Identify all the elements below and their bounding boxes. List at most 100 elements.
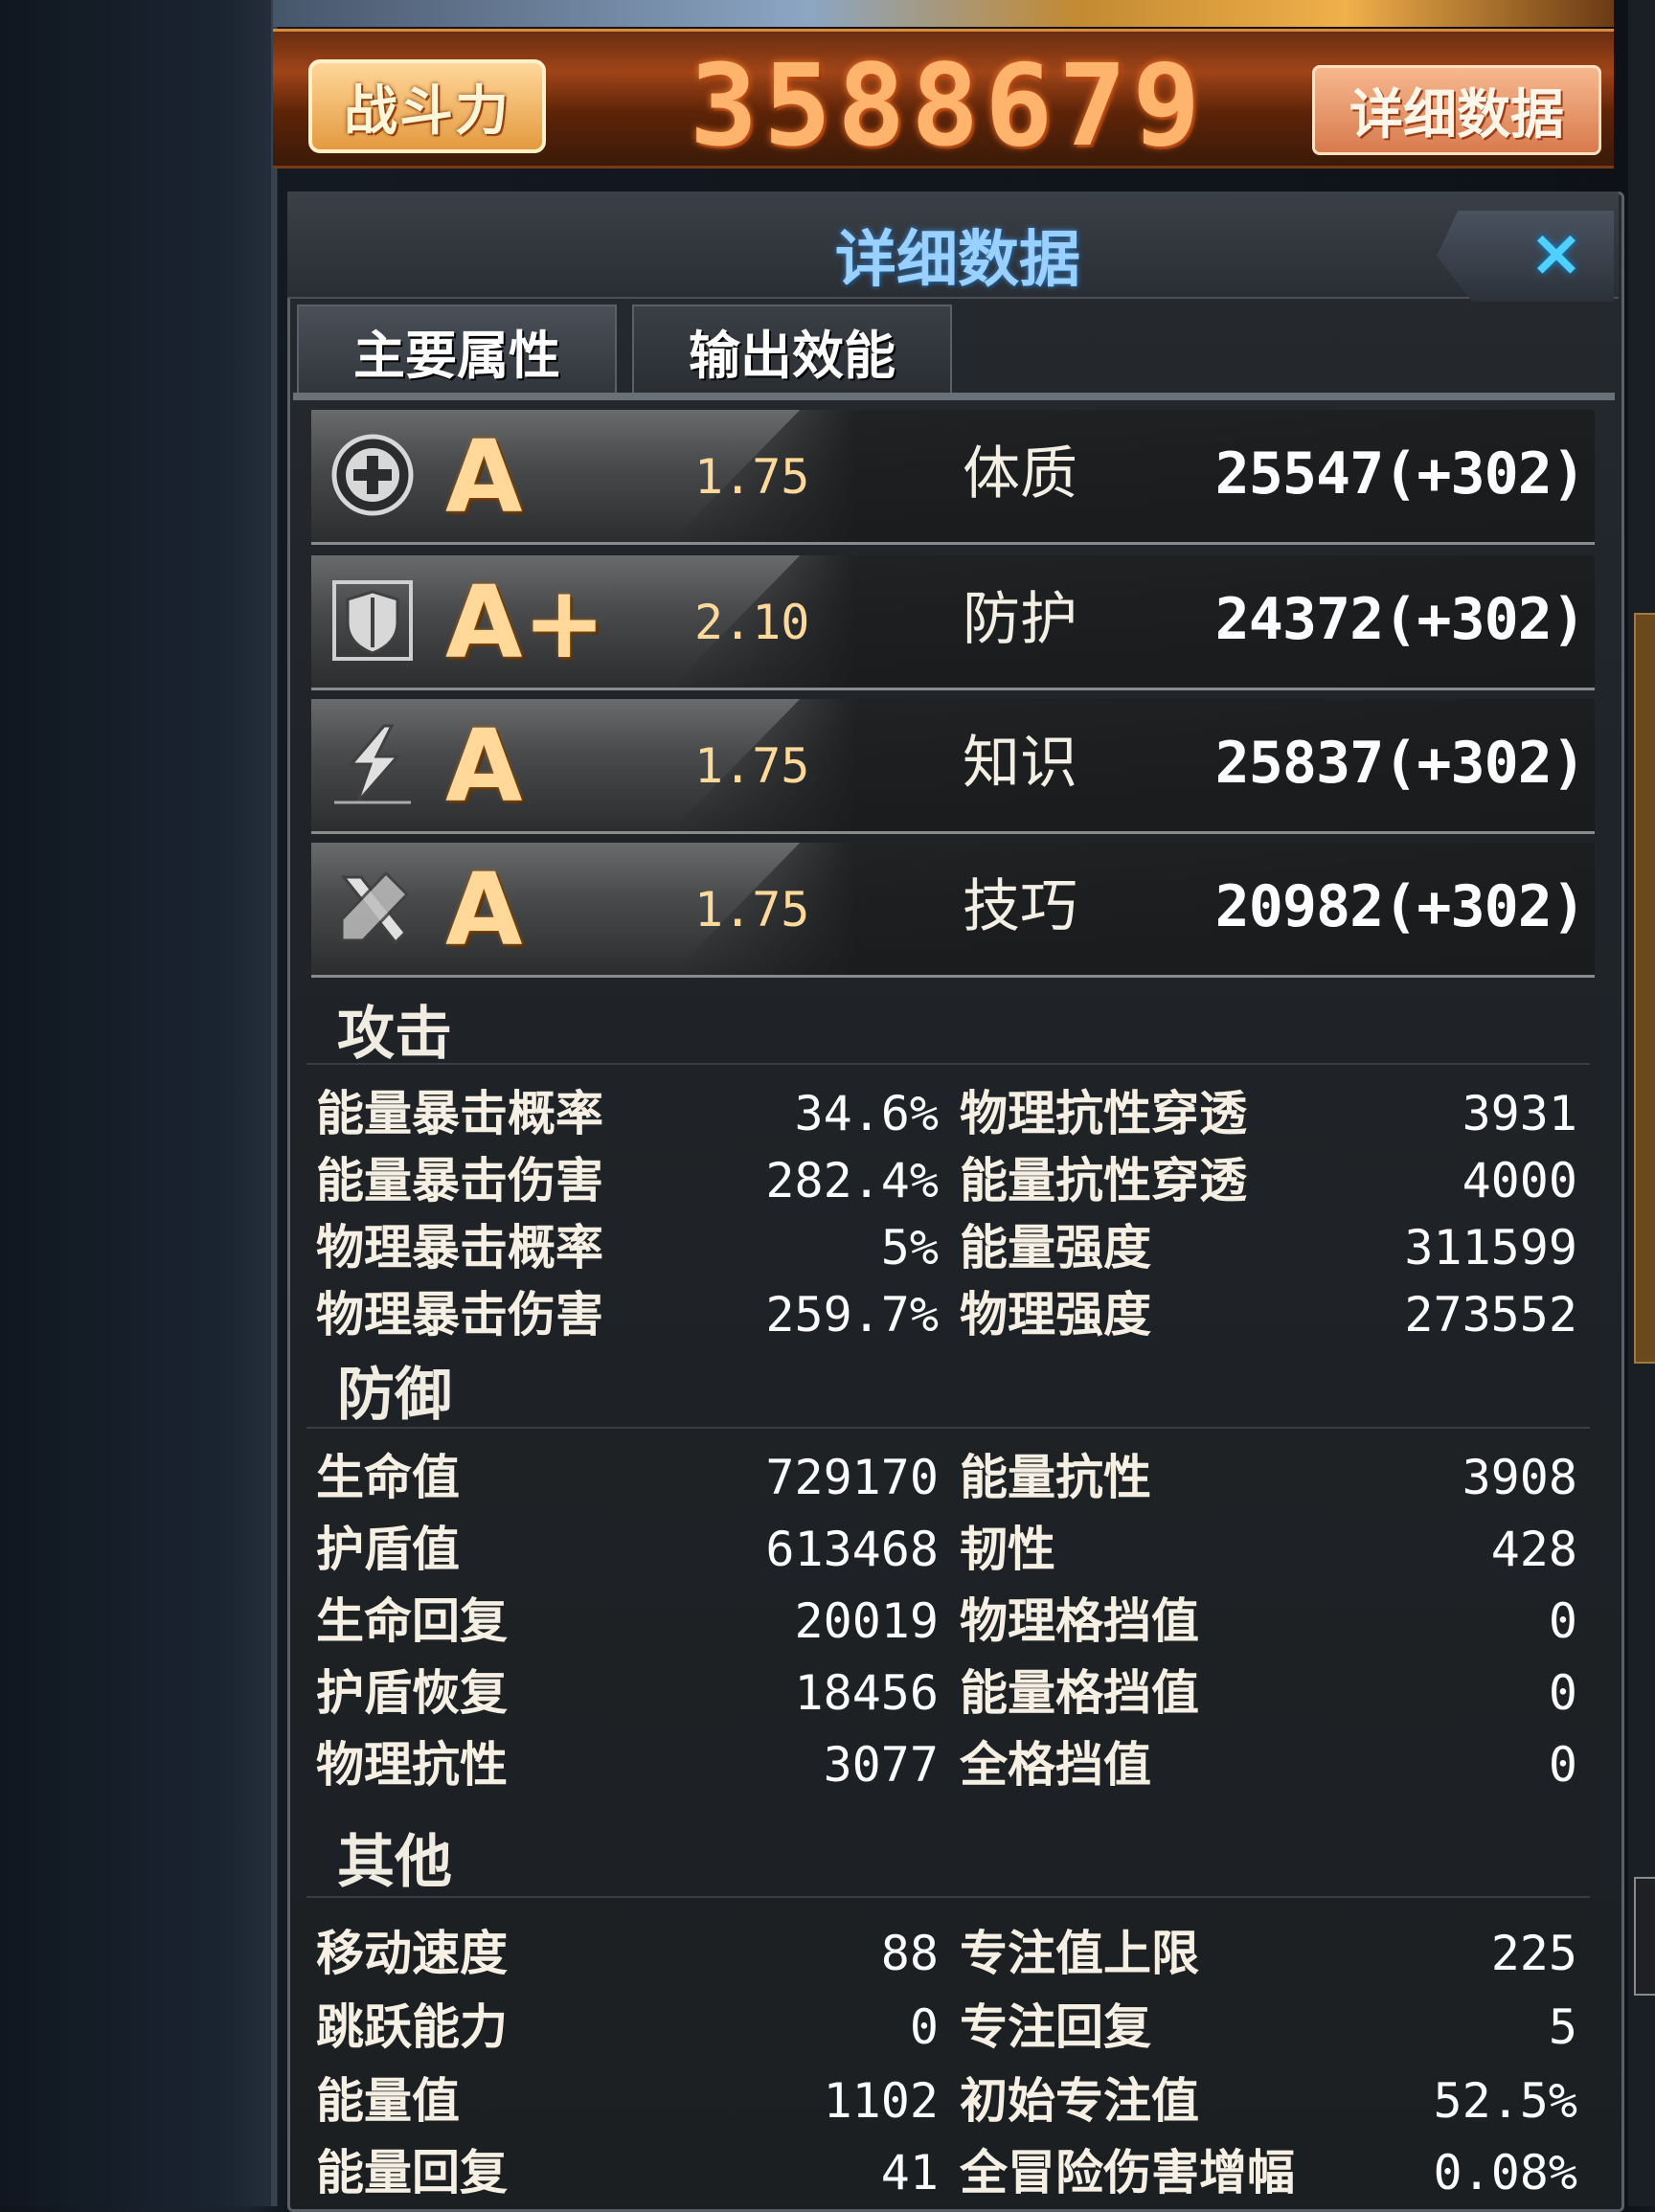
close-button[interactable]: × — [1523, 220, 1590, 287]
attribute-coefficient: 1.75 — [694, 738, 810, 794]
stat-row: 专注回复 5 — [960, 1994, 1577, 2061]
tab-output-efficiency[interactable]: 输出效能 — [632, 305, 952, 395]
detail-data-button[interactable]: 详细数据 — [1312, 65, 1601, 155]
attribute-name: 体质 — [963, 440, 1077, 508]
section-title-attack: 攻击 — [337, 1001, 452, 1068]
stat-label: 物理抗性穿透 — [960, 1086, 1247, 1141]
attribute-row-knowledge: A 1.75 知识 25837(+302) — [311, 699, 1595, 834]
stat-row: 护盾恢复 18456 — [316, 1659, 939, 1727]
stat-label: 能量抗性穿透 — [960, 1153, 1247, 1208]
stat-value: 3931 — [1462, 1086, 1577, 1141]
stat-row: 移动速度 88 — [316, 1920, 939, 1987]
stat-label: 物理格挡值 — [960, 1593, 1199, 1649]
stat-value: 3077 — [823, 1737, 939, 1793]
stat-label: 护盾恢复 — [316, 1665, 508, 1721]
stat-row: 初始专注值 52.5% — [960, 2067, 1577, 2134]
stat-label: 能量抗性 — [960, 1450, 1151, 1505]
stat-value: 729170 — [765, 1450, 939, 1505]
stat-row: 物理暴击概率 5% — [316, 1214, 939, 1281]
stat-label: 专注回复 — [960, 1999, 1151, 2055]
combat-power-label: 战斗力 — [308, 59, 546, 153]
stat-row: 能量暴击伤害 282.4% — [316, 1147, 939, 1214]
attribute-coefficient: 2.10 — [694, 595, 810, 650]
stat-label: 能量强度 — [960, 1220, 1151, 1275]
stat-label: 能量格挡值 — [960, 1665, 1199, 1721]
section-divider — [306, 1896, 1590, 1898]
stat-value: 1102 — [823, 2073, 939, 2129]
attribute-name: 技巧 — [963, 873, 1077, 940]
background-left — [0, 0, 278, 2206]
attribute-row-protection: A+ 2.10 防护 24372(+302) — [311, 555, 1595, 690]
stat-value: 4000 — [1462, 1153, 1577, 1208]
attribute-value: 25837(+302) — [1214, 730, 1586, 797]
stat-row: 全冒险伤害增幅 0.08% — [960, 2139, 1577, 2206]
stat-value: 282.4% — [765, 1153, 939, 1208]
stat-value: 0 — [1548, 1593, 1577, 1649]
panel-title: 详细数据 — [835, 225, 1080, 296]
side-decoration — [1634, 613, 1655, 1364]
attribute-grade: A — [445, 418, 523, 535]
stat-value: 428 — [1490, 1522, 1577, 1577]
stat-value: 613468 — [765, 1522, 939, 1577]
stat-value: 0 — [1548, 1737, 1577, 1793]
stat-row: 生命值 729170 — [316, 1444, 939, 1511]
stat-value: 34.6% — [794, 1086, 939, 1141]
attribute-grade: A+ — [445, 564, 606, 681]
stat-label: 护盾值 — [316, 1522, 460, 1577]
stat-value: 5 — [1548, 1999, 1577, 2055]
stat-value: 225 — [1490, 1926, 1577, 1981]
attribute-row-constitution: A 1.75 体质 25547(+302) — [311, 410, 1595, 545]
stat-row: 物理格挡值 0 — [960, 1588, 1577, 1655]
stat-label: 跳跃能力 — [316, 1999, 508, 2055]
stat-label: 物理抗性 — [316, 1737, 508, 1793]
stat-row: 物理抗性穿透 3931 — [960, 1080, 1577, 1147]
stat-label: 物理强度 — [960, 1287, 1151, 1343]
section-title-other: 其他 — [337, 1829, 452, 1896]
combat-power-value: 3588679 — [690, 39, 1207, 171]
shield-icon — [332, 580, 413, 661]
top-banner — [273, 0, 1614, 27]
stat-row: 专注值上限 225 — [960, 1920, 1577, 1987]
stat-value: 273552 — [1404, 1287, 1577, 1343]
attribute-grade: A — [445, 708, 523, 824]
stat-label: 专注值上限 — [960, 1926, 1199, 1981]
stat-value: 259.7% — [765, 1287, 939, 1343]
stat-value: 0 — [909, 1999, 939, 2055]
tab-main-attributes[interactable]: 主要属性 — [297, 305, 617, 395]
stat-row: 物理强度 273552 — [960, 1281, 1577, 1348]
stat-label: 移动速度 — [316, 1926, 508, 1981]
divider — [271, 0, 277, 2206]
stat-row: 生命回复 20019 — [316, 1588, 939, 1655]
stat-value: 20019 — [794, 1593, 939, 1649]
section-divider — [306, 1063, 1590, 1065]
tool-icon — [340, 870, 410, 945]
stat-label: 韧性 — [960, 1522, 1055, 1577]
stat-row: 能量暴击概率 34.6% — [316, 1080, 939, 1147]
stat-label: 能量暴击概率 — [316, 1086, 603, 1141]
lightning-icon — [334, 724, 411, 804]
stat-label: 生命回复 — [316, 1593, 508, 1649]
stat-value: 3908 — [1462, 1450, 1577, 1505]
stat-row: 能量值 1102 — [316, 2067, 939, 2134]
side-decoration — [1634, 1877, 1655, 1996]
stat-value: 18456 — [794, 1665, 939, 1721]
stat-row: 物理暴击伤害 259.7% — [316, 1281, 939, 1348]
stat-value: 88 — [880, 1926, 939, 1981]
section-divider — [306, 1427, 1590, 1429]
attribute-row-skill: A 1.75 技巧 20982(+302) — [311, 843, 1595, 978]
attribute-name: 知识 — [963, 730, 1077, 797]
stat-label: 能量值 — [316, 2073, 460, 2129]
stat-label: 物理暴击伤害 — [316, 1287, 603, 1343]
stat-row: 能量抗性穿透 4000 — [960, 1147, 1577, 1214]
stat-label: 全格挡值 — [960, 1737, 1151, 1793]
stat-label: 能量暴击伤害 — [316, 1153, 603, 1208]
stat-row: 能量强度 311599 — [960, 1214, 1577, 1281]
stat-label: 能量回复 — [316, 2145, 508, 2201]
stat-label: 物理暴击概率 — [316, 1220, 603, 1275]
section-title-defense: 防御 — [337, 1362, 452, 1429]
stat-value: 0 — [1548, 1665, 1577, 1721]
attribute-value: 24372(+302) — [1214, 586, 1586, 653]
stat-row: 韧性 428 — [960, 1516, 1577, 1583]
stat-row: 全格挡值 0 — [960, 1731, 1577, 1798]
stat-label: 全冒险伤害增幅 — [960, 2145, 1295, 2201]
